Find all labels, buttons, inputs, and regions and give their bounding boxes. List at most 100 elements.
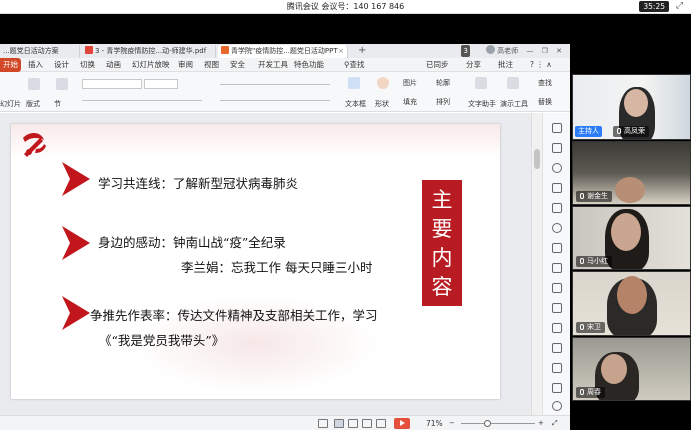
pdf-icon: [85, 46, 93, 54]
slide-item-1[interactable]: 学习共连线：了解新型冠状病毒肺炎: [98, 173, 298, 192]
user-avatar[interactable]: [486, 45, 496, 54]
zoom-in-icon[interactable]: +: [538, 419, 544, 427]
ribbon-arrange[interactable]: 排列: [436, 97, 450, 107]
slide-title-char: 内: [431, 246, 453, 270]
zoom-slider[interactable]: [461, 423, 535, 424]
notes-icon[interactable]: [318, 419, 328, 428]
normal-view-icon[interactable]: [334, 419, 344, 428]
participant-face: [611, 213, 641, 251]
chart-tool-icon[interactable]: [552, 303, 562, 313]
expand-icon[interactable]: ⤢: [674, 1, 685, 12]
presentation-tools-icon[interactable]: [507, 77, 519, 89]
menu-share[interactable]: 分享: [466, 58, 481, 72]
help-tool-icon[interactable]: [552, 401, 562, 411]
slide-sorter-icon[interactable]: [348, 419, 358, 428]
host-badge: 主持人: [575, 126, 602, 137]
minimize-icon[interactable]: —: [526, 47, 533, 55]
new-tab-icon[interactable]: +: [358, 44, 366, 58]
participant-name-text: 高凤荣: [624, 127, 645, 135]
ribbon-toolbar: 幻灯片 版式 节 文本框 形状 图片 填充 轮廓 排列 文字助手 演示工具 查找…: [0, 72, 570, 112]
vertical-scrollbar[interactable]: [531, 113, 542, 415]
menu-slideshow[interactable]: 幻灯片放映: [132, 58, 170, 72]
animation-tool-icon[interactable]: [552, 243, 562, 253]
font-size-field[interactable]: [144, 79, 178, 89]
ribbon-slide[interactable]: 幻灯片: [0, 99, 21, 109]
media-tool-icon[interactable]: [552, 343, 562, 353]
layout-icon[interactable]: [28, 78, 40, 90]
menu-review[interactable]: 审阅: [178, 58, 193, 72]
settings-tool-icon[interactable]: [552, 363, 562, 373]
ribbon-picture[interactable]: 图片: [403, 78, 417, 88]
fit-window-icon[interactable]: ⤢: [552, 419, 558, 428]
play-slideshow-button[interactable]: [394, 418, 410, 429]
ribbon-fill[interactable]: 填充: [403, 97, 417, 107]
participant-tile[interactable]: 宋卫: [572, 271, 691, 336]
reading-view-icon[interactable]: [362, 419, 372, 428]
menu-insert[interactable]: 插入: [28, 58, 43, 72]
slide-item-2[interactable]: 身边的感动：钟南山战“疫”全纪录: [98, 232, 286, 251]
shape-icon[interactable]: [377, 77, 389, 89]
doc-tab-1[interactable]: ...题党日活动方案: [0, 45, 80, 58]
fill-tool-icon[interactable]: [552, 203, 562, 213]
menu-developer[interactable]: 开发工具: [258, 58, 288, 72]
menu-search[interactable]: ⚲查找: [344, 58, 365, 72]
more-icon[interactable]: ? ⋮ ∧: [530, 58, 552, 72]
image-tool-icon[interactable]: [552, 323, 562, 333]
restore-icon[interactable]: ❐: [542, 47, 548, 55]
participant-tile[interactable]: 谢金生: [572, 141, 691, 205]
menu-view[interactable]: 视图: [204, 58, 219, 72]
thumbnail-strip[interactable]: [0, 113, 10, 415]
ribbon-section[interactable]: 节: [54, 99, 61, 109]
font-name-field[interactable]: [82, 79, 142, 89]
ribbon-presentation-tools[interactable]: 演示工具: [500, 99, 528, 109]
text-assistant-icon[interactable]: [475, 77, 487, 89]
location-tool-icon[interactable]: [552, 223, 562, 233]
backup-tool-icon[interactable]: [552, 383, 562, 393]
outline-view-icon[interactable]: [376, 419, 386, 428]
menu-features[interactable]: 特色功能: [294, 58, 324, 72]
scrollbar-thumb[interactable]: [534, 149, 540, 169]
slide[interactable]: 学习共连线：了解新型冠状病毒肺炎 身边的感动：钟南山战“疫”全纪录 李兰娟：忘我…: [11, 124, 500, 399]
participant-tile[interactable]: 主持人 高凤荣: [572, 74, 691, 140]
slide-item-3[interactable]: 争推先作表率：传达文件精神及支部相关工作，学习: [90, 305, 378, 324]
ribbon-textbox[interactable]: 文本框: [345, 99, 366, 109]
ribbon-text-assistant[interactable]: 文字助手: [468, 99, 496, 109]
doc-tab-3[interactable]: 青学院"疫情防控...题党日活动PPT ×: [218, 45, 348, 58]
participant-tile[interactable]: 周春: [572, 337, 691, 401]
zoom-out-icon[interactable]: −: [449, 419, 455, 427]
slide-title-box[interactable]: 主 要 内 容: [422, 180, 462, 306]
menu-comment[interactable]: 批注: [498, 58, 513, 72]
grid-tool-icon[interactable]: [552, 283, 562, 293]
ribbon-layout[interactable]: 版式: [26, 99, 40, 109]
section-icon[interactable]: [56, 78, 68, 90]
menu-transition[interactable]: 切换: [80, 58, 95, 72]
slide-item-2-sub[interactable]: 李兰娟：忘我工作 每天只睡三小时: [181, 257, 372, 276]
participant-tile[interactable]: 马小红: [572, 206, 691, 270]
participant-face: [617, 276, 647, 314]
zoom-slider-knob[interactable]: [484, 420, 491, 427]
textbox-icon[interactable]: [348, 77, 360, 89]
shape-tool-icon[interactable]: [552, 143, 562, 153]
menu-sync[interactable]: 已同步: [426, 58, 449, 72]
menu-design[interactable]: 设计: [54, 58, 69, 72]
transform-tool-icon[interactable]: [552, 163, 562, 173]
menu-security[interactable]: 安全: [230, 58, 245, 72]
participant-face: [615, 177, 645, 203]
tab-count-badge[interactable]: 3: [461, 45, 470, 57]
ribbon-find[interactable]: 查找: [538, 78, 552, 88]
menu-animation[interactable]: 动画: [106, 58, 121, 72]
mic-icon: [617, 128, 621, 134]
menu-start[interactable]: 开始: [0, 58, 21, 72]
select-tool-icon[interactable]: [552, 123, 562, 133]
slide-item-3-sub[interactable]: 《“我是党员我带头”》: [99, 330, 224, 349]
style-tool-icon[interactable]: [552, 183, 562, 193]
close-window-icon[interactable]: ✕: [556, 47, 562, 55]
table-tool-icon[interactable]: [552, 263, 562, 273]
ribbon-shape[interactable]: 形状: [375, 99, 389, 109]
ribbon-replace[interactable]: 替换: [538, 97, 552, 107]
user-name: 高老师: [497, 47, 519, 55]
ribbon-outline[interactable]: 轮廓: [436, 78, 450, 88]
zoom-level: 71%: [426, 419, 443, 428]
close-tab-icon[interactable]: ×: [338, 45, 344, 58]
doc-tab-2[interactable]: 3 - 青学院疫情防控...动-师建华.pdf: [82, 45, 216, 58]
